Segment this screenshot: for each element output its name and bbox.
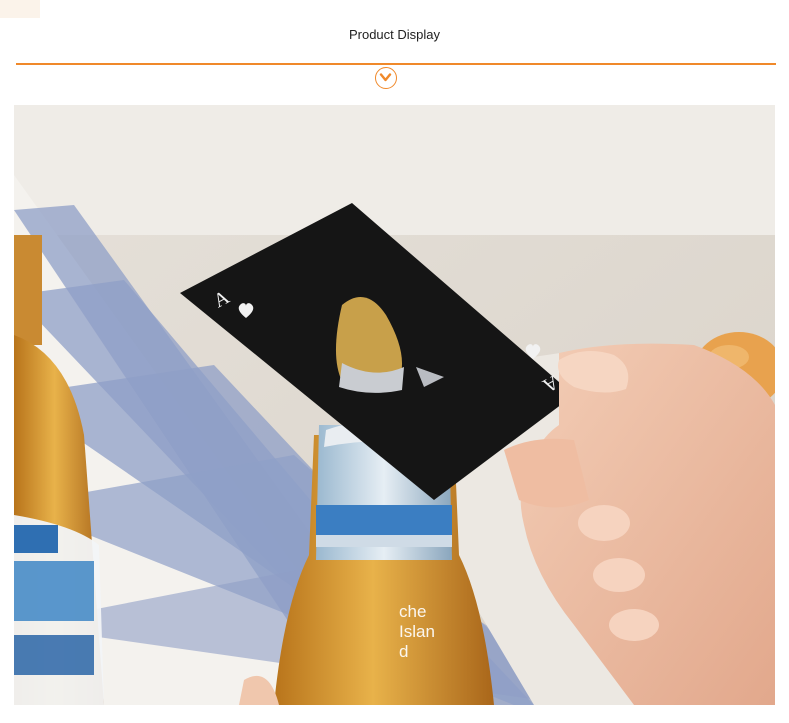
watermark-line: Islan: [399, 622, 435, 641]
watermark-text: che Islan d: [399, 602, 459, 662]
watermark-line: d: [399, 642, 409, 661]
section-title: Product Display: [348, 27, 441, 42]
watermark-line: che: [399, 602, 427, 621]
product-photo: A A che Islan d: [14, 105, 775, 705]
section-divider: [16, 63, 776, 65]
corner-decoration: [0, 0, 40, 18]
chevron-down-circle-icon: [375, 67, 397, 89]
